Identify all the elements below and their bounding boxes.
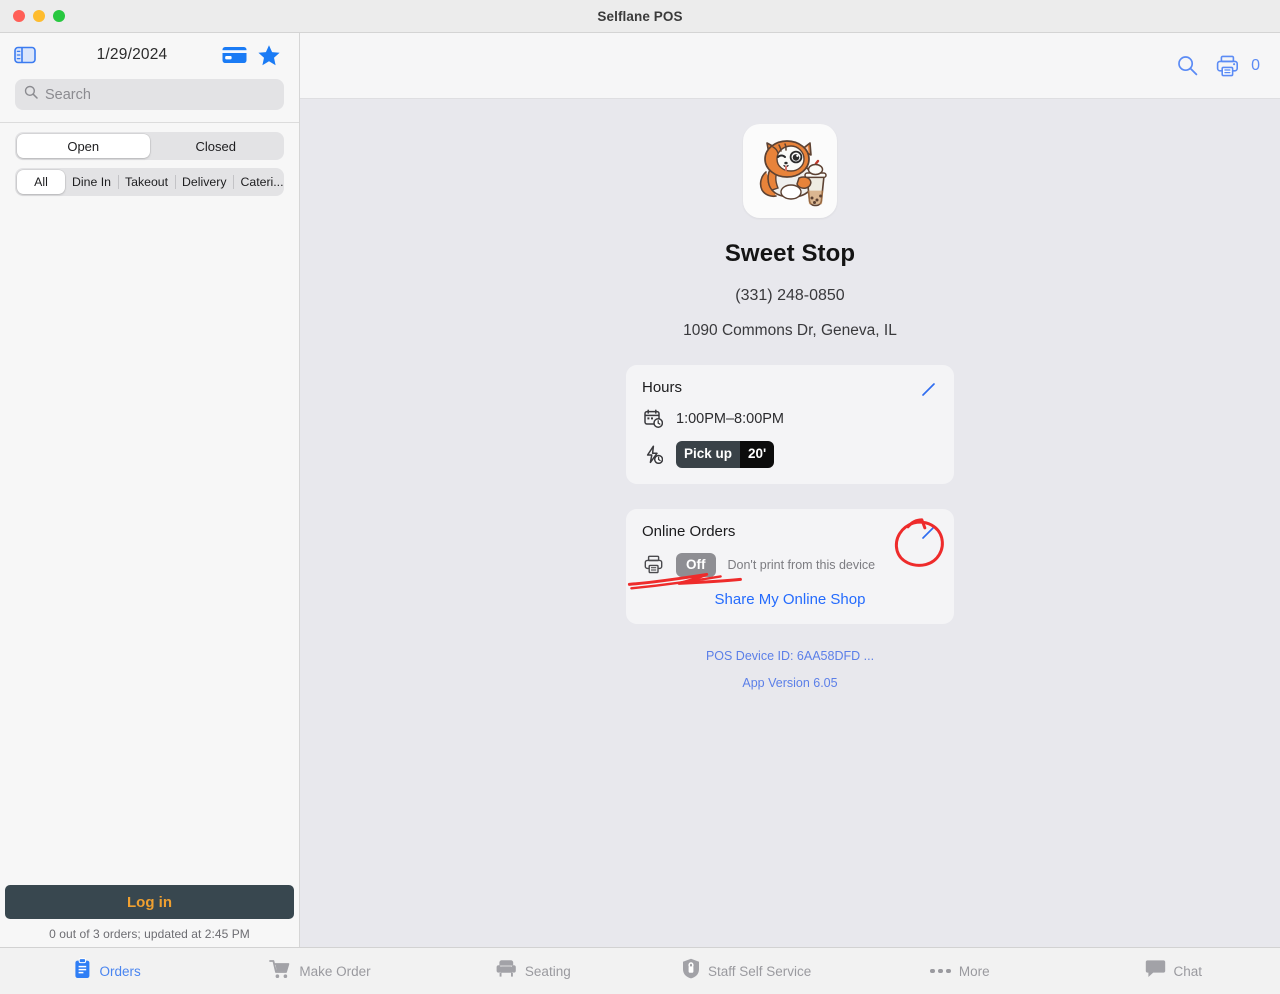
tab-label-make-order: Make Order	[299, 963, 371, 979]
main-panel: 0 Sweet Stop (331) 248-0850 1090 Commons…	[300, 33, 1280, 947]
sidebar-footer: Log in 0 out of 3 orders; updated at 2:4…	[0, 885, 299, 947]
print-count: 0	[1251, 56, 1260, 74]
bolt-clock-icon	[642, 445, 664, 464]
armchair-icon	[496, 959, 517, 983]
sidebar-filters: Open Closed All Dine In Takeout Delivery…	[0, 123, 299, 196]
online-orders-card: Online Orders Off Don't print from this …	[626, 508, 954, 624]
ellipsis-icon	[930, 968, 951, 974]
window-body: 1/29/2024 Search Open Closed All Dine In…	[0, 33, 1280, 947]
search-icon	[24, 85, 38, 104]
title-bar: Selflane POS	[0, 0, 1280, 33]
type-tab-catering[interactable]: Cateri...	[233, 170, 290, 194]
status-filter-group: Open Closed	[15, 132, 284, 160]
shield-lock-icon	[682, 958, 700, 984]
footer-links: POS Device ID: 6AA58DFD ... App Version …	[706, 649, 874, 690]
type-tab-dine-in[interactable]: Dine In	[65, 170, 118, 194]
hours-row: 1:00PM–8:00PM	[642, 409, 938, 428]
tab-make-order[interactable]: Make Order	[213, 948, 426, 994]
store-info-panel: Sweet Stop (331) 248-0850 1090 Commons D…	[300, 99, 1280, 947]
pickup-time-chip: Pick up 20'	[676, 441, 775, 468]
tab-label-orders: Orders	[99, 963, 141, 979]
bottom-tab-bar: Orders Make Order Seating Staff Self Ser…	[0, 947, 1280, 994]
print-setting-row: Off Don't print from this device	[642, 552, 938, 577]
sidebar-toolbar: 1/29/2024	[0, 33, 299, 77]
app-version-link[interactable]: App Version 6.05	[706, 676, 874, 690]
hours-card-title: Hours	[642, 379, 683, 396]
store-address: 1090 Commons Dr, Geneva, IL	[683, 322, 897, 339]
hours-text: 1:00PM–8:00PM	[676, 410, 785, 427]
type-tab-delivery[interactable]: Delivery	[175, 170, 233, 194]
tab-seating[interactable]: Seating	[427, 948, 640, 994]
main-toolbar: 0	[300, 33, 1280, 99]
type-filter-group: All Dine In Takeout Delivery Cateri...	[15, 168, 284, 196]
print-toggle-off-badge[interactable]: Off	[676, 552, 716, 577]
store-phone: (331) 248-0850	[735, 287, 845, 304]
sidebar-date[interactable]: 1/29/2024	[52, 46, 212, 64]
type-tab-takeout[interactable]: Takeout	[117, 170, 175, 194]
status-tab-closed[interactable]: Closed	[150, 134, 283, 158]
pos-device-id-link[interactable]: POS Device ID: 6AA58DFD ...	[706, 649, 874, 663]
store-logo	[743, 124, 837, 218]
search-placeholder: Search	[45, 86, 91, 103]
star-icon[interactable]	[257, 44, 281, 67]
share-online-shop-link[interactable]: Share My Online Shop	[642, 591, 938, 608]
window-title: Selflane POS	[597, 8, 683, 24]
pencil-edit-icon[interactable]	[918, 379, 938, 399]
sidebar-search-area: Search	[0, 77, 299, 122]
store-name: Sweet Stop	[724, 240, 856, 267]
cat-bubble-tea-logo	[759, 140, 827, 207]
search-input[interactable]: Search	[15, 79, 284, 110]
tab-label-more: More	[958, 963, 990, 979]
log-in-button[interactable]: Log in	[5, 885, 294, 919]
tab-more[interactable]: More	[853, 948, 1066, 994]
pickup-row: Pick up 20'	[642, 441, 938, 468]
credit-card-icon[interactable]	[222, 46, 247, 64]
status-tab-open[interactable]: Open	[17, 134, 150, 158]
tab-label-chat: Chat	[1173, 963, 1203, 979]
search-icon[interactable]	[1177, 55, 1198, 76]
online-orders-card-title: Online Orders	[642, 522, 736, 540]
tab-staff-self-service[interactable]: Staff Self Service	[640, 948, 853, 994]
tab-label-seating: Seating	[524, 963, 571, 979]
printer-icon[interactable]	[1216, 55, 1239, 77]
pickup-chip-value: 20'	[740, 441, 775, 468]
app-window: Selflane POS 1/29/2024 Search Open Close…	[0, 0, 1280, 994]
clipboard-icon	[73, 958, 92, 984]
print-toggle-note: Don't print from this device	[727, 557, 876, 572]
pickup-chip-label: Pick up	[676, 441, 741, 468]
order-list[interactable]	[0, 196, 299, 885]
sidebar: 1/29/2024 Search Open Closed All Dine In…	[0, 33, 300, 947]
tab-orders[interactable]: Orders	[0, 948, 213, 994]
calendar-clock-icon	[642, 409, 664, 428]
hours-card: Hours 1:00PM–8:00PM Pick up 20'	[626, 365, 954, 484]
pencil-edit-icon[interactable]	[918, 523, 938, 543]
cart-icon	[269, 959, 291, 984]
printer-icon	[642, 555, 664, 574]
chat-bubble-icon	[1145, 959, 1166, 983]
sidebar-toggle-icon[interactable]	[14, 46, 36, 64]
tab-chat[interactable]: Chat	[1067, 948, 1280, 994]
type-tab-all[interactable]: All	[17, 170, 65, 194]
order-status-text: 0 out of 3 orders; updated at 2:45 PM	[49, 927, 250, 941]
tab-label-staff-self-service: Staff Self Service	[707, 963, 812, 979]
